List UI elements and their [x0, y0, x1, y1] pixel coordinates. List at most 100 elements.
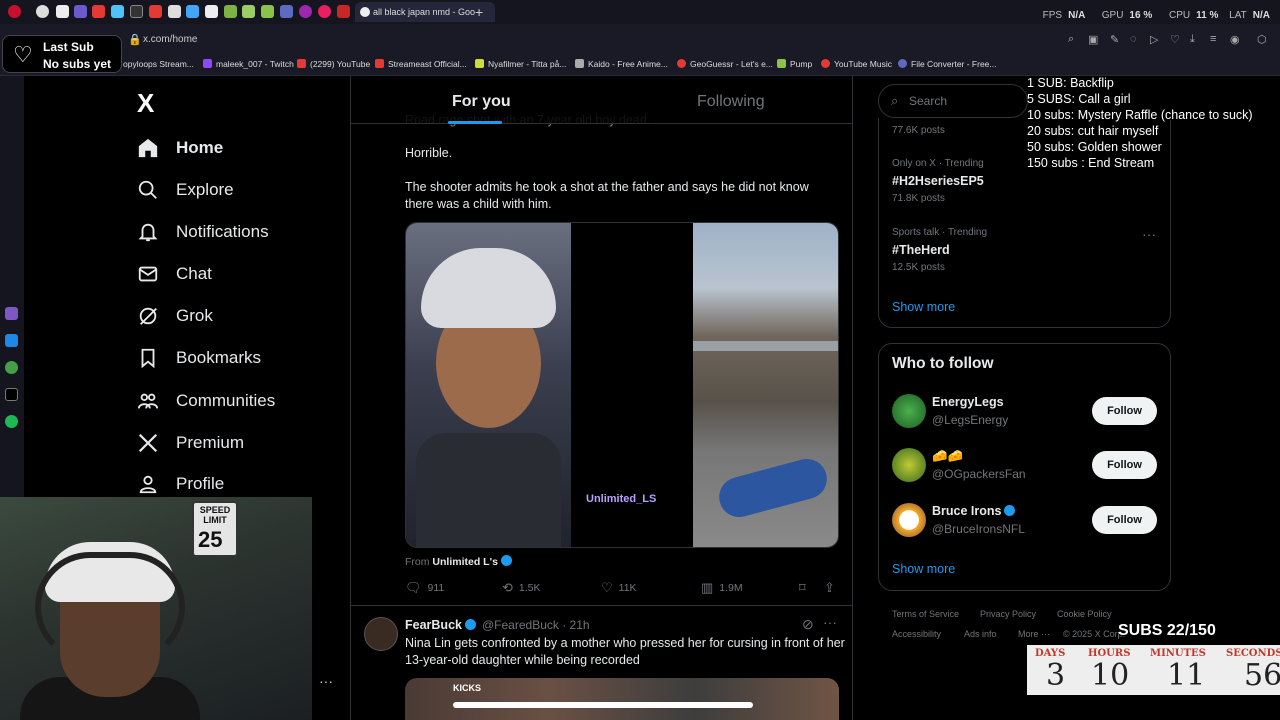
profile-icon[interactable]: ◉	[1230, 33, 1240, 46]
more-options-icon[interactable]: ···	[319, 673, 333, 689]
shield-icon[interactable]: ◌	[1130, 33, 1137, 45]
post-author[interactable]: FearBuck	[405, 618, 476, 632]
bookmark[interactable]: Streameast Official...	[375, 59, 467, 69]
follow-handle: @BruceIronsNFL	[932, 522, 1025, 536]
bookmark[interactable]: opyloops Stream...	[123, 59, 194, 69]
show-more-link[interactable]: Show more	[892, 562, 955, 576]
nav-premium[interactable]: Premium	[137, 428, 244, 458]
trend-name[interactable]: #H2HseriesEP5	[892, 174, 984, 188]
footer-link[interactable]: Ads info	[964, 629, 997, 639]
menu-icon[interactable]: ≡	[1210, 33, 1216, 45]
nav-bookmarks[interactable]: Bookmarks	[137, 343, 261, 373]
footer-link[interactable]: Accessibility	[892, 629, 941, 639]
screenshot-icon[interactable]: ▣	[1088, 33, 1098, 46]
avatar[interactable]	[892, 394, 926, 428]
search-icon[interactable]: ⌕	[1068, 33, 1074, 46]
post-handle[interactable]: @FearedBuck · 21h	[482, 618, 590, 632]
extensions-icon[interactable]: ⬡	[1257, 33, 1267, 46]
tab-icon[interactable]	[280, 5, 293, 18]
nav-explore[interactable]: Explore	[137, 175, 234, 205]
nyafilmer-icon	[475, 59, 484, 68]
bookmark[interactable]: maleek_007 - Twitch	[203, 59, 294, 69]
post-source[interactable]: From Unlimited L's	[405, 555, 512, 568]
footer-link[interactable]: Privacy Policy	[980, 609, 1036, 619]
nav-home[interactable]: Home	[137, 133, 223, 163]
more-options-icon[interactable]: ···	[823, 614, 837, 630]
post-media-video[interactable]: Unlimited_LS	[405, 222, 839, 548]
follow-name[interactable]: EnergyLegs	[932, 395, 1004, 409]
search-box[interactable]: ⌕ Search	[878, 84, 1028, 118]
avatar[interactable]	[892, 448, 926, 482]
active-tab[interactable]: all black japan nmd - Goo	[355, 2, 495, 22]
bookmark[interactable]: Pump	[777, 59, 812, 69]
tab-icon[interactable]	[36, 5, 49, 18]
new-tab-button[interactable]: +	[475, 4, 483, 20]
trend-more-options-icon[interactable]: ···	[1142, 226, 1156, 242]
spotify-icon[interactable]	[5, 415, 18, 428]
footer-link[interactable]: Cookie Policy	[1057, 609, 1112, 619]
follow-button[interactable]: Follow	[1092, 451, 1157, 479]
footer-link[interactable]: Terms of Service	[892, 609, 959, 619]
avatar[interactable]	[892, 503, 926, 537]
tab-following[interactable]: Following	[697, 93, 765, 111]
tab-icon[interactable]	[299, 5, 312, 18]
avatar[interactable]	[364, 617, 398, 651]
whatsapp-icon[interactable]	[5, 361, 18, 374]
nav-grok[interactable]: Grok	[137, 301, 213, 331]
bookmark[interactable]: Nyafilmer - Titta på...	[475, 59, 566, 69]
tab-icon[interactable]	[130, 5, 143, 18]
opera-logo-icon[interactable]	[8, 5, 21, 18]
like-button[interactable]: ♡ 11K	[601, 580, 637, 596]
bookmark[interactable]: File Converter - Free...	[898, 59, 997, 69]
sub-goal: 5 SUBS: Call a girl	[1027, 92, 1131, 106]
follow-name[interactable]: Bruce Irons	[932, 504, 1016, 518]
follow-button[interactable]: Follow	[1092, 506, 1157, 534]
x-logo-icon[interactable]: X	[137, 88, 154, 119]
trend-meta: Only on X · Trending	[892, 158, 984, 169]
play-icon[interactable]: ▷	[1150, 33, 1158, 46]
repost-button[interactable]: ⟲ 1.5K	[502, 580, 541, 596]
grok-icon[interactable]: ⊘	[802, 616, 814, 633]
heart-icon[interactable]: ♡	[1170, 33, 1180, 46]
nav-label: Home	[176, 138, 224, 157]
tab-icon[interactable]	[242, 5, 255, 18]
tab-icon[interactable]	[318, 5, 331, 18]
tab-icon[interactable]	[224, 5, 237, 18]
tab-icon[interactable]	[337, 5, 350, 18]
follow-button[interactable]: Follow	[1092, 397, 1157, 425]
bookmark[interactable]: Kaido - Free Anime...	[575, 59, 668, 69]
views-button[interactable]: ▥ 1.9M	[701, 580, 743, 596]
bookmark[interactable]: GeoGuessr - Let's e...	[677, 59, 773, 69]
tab-icon[interactable]	[56, 5, 69, 18]
x-icon[interactable]	[5, 388, 18, 401]
tab-icon[interactable]	[261, 5, 274, 18]
post-media-video[interactable]: KICKS	[405, 678, 839, 720]
download-icon[interactable]: ⤓	[1190, 33, 1195, 46]
follow-name[interactable]: 🧀🧀	[932, 449, 963, 464]
tab-icon[interactable]	[92, 5, 105, 18]
footer-link[interactable]: More ···	[1018, 629, 1050, 639]
tab-for-you[interactable]: For you	[452, 93, 511, 111]
bookmark[interactable]: YouTube Music	[821, 59, 892, 69]
show-more-link[interactable]: Show more	[892, 300, 955, 314]
url-field[interactable]: x.com/home	[143, 34, 197, 45]
aria-icon[interactable]	[5, 307, 18, 320]
trend-name[interactable]: #TheHerd	[892, 243, 950, 257]
reply-button[interactable]: 🗨 911	[405, 580, 444, 596]
tab-icon[interactable]	[205, 5, 218, 18]
tab-icon[interactable]	[111, 5, 124, 18]
bookmark-button[interactable]: ⌑	[799, 580, 812, 596]
tab-icon[interactable]	[74, 5, 87, 18]
nav-chat[interactable]: Chat	[137, 259, 212, 289]
trend-post-count: 12.5K posts	[892, 262, 945, 273]
messenger-icon[interactable]	[5, 334, 18, 347]
nav-profile[interactable]: Profile	[137, 469, 224, 499]
bookmark[interactable]: (2299) YouTube	[297, 59, 370, 69]
tab-icon[interactable]	[168, 5, 181, 18]
share-button[interactable]: ⇪	[824, 580, 841, 596]
tab-icon[interactable]	[149, 5, 162, 18]
edit-icon[interactable]: ✎	[1110, 33, 1119, 46]
nav-notifications[interactable]: Notifications	[137, 217, 269, 247]
tab-icon[interactable]	[186, 5, 199, 18]
nav-communities[interactable]: Communities	[137, 386, 275, 416]
